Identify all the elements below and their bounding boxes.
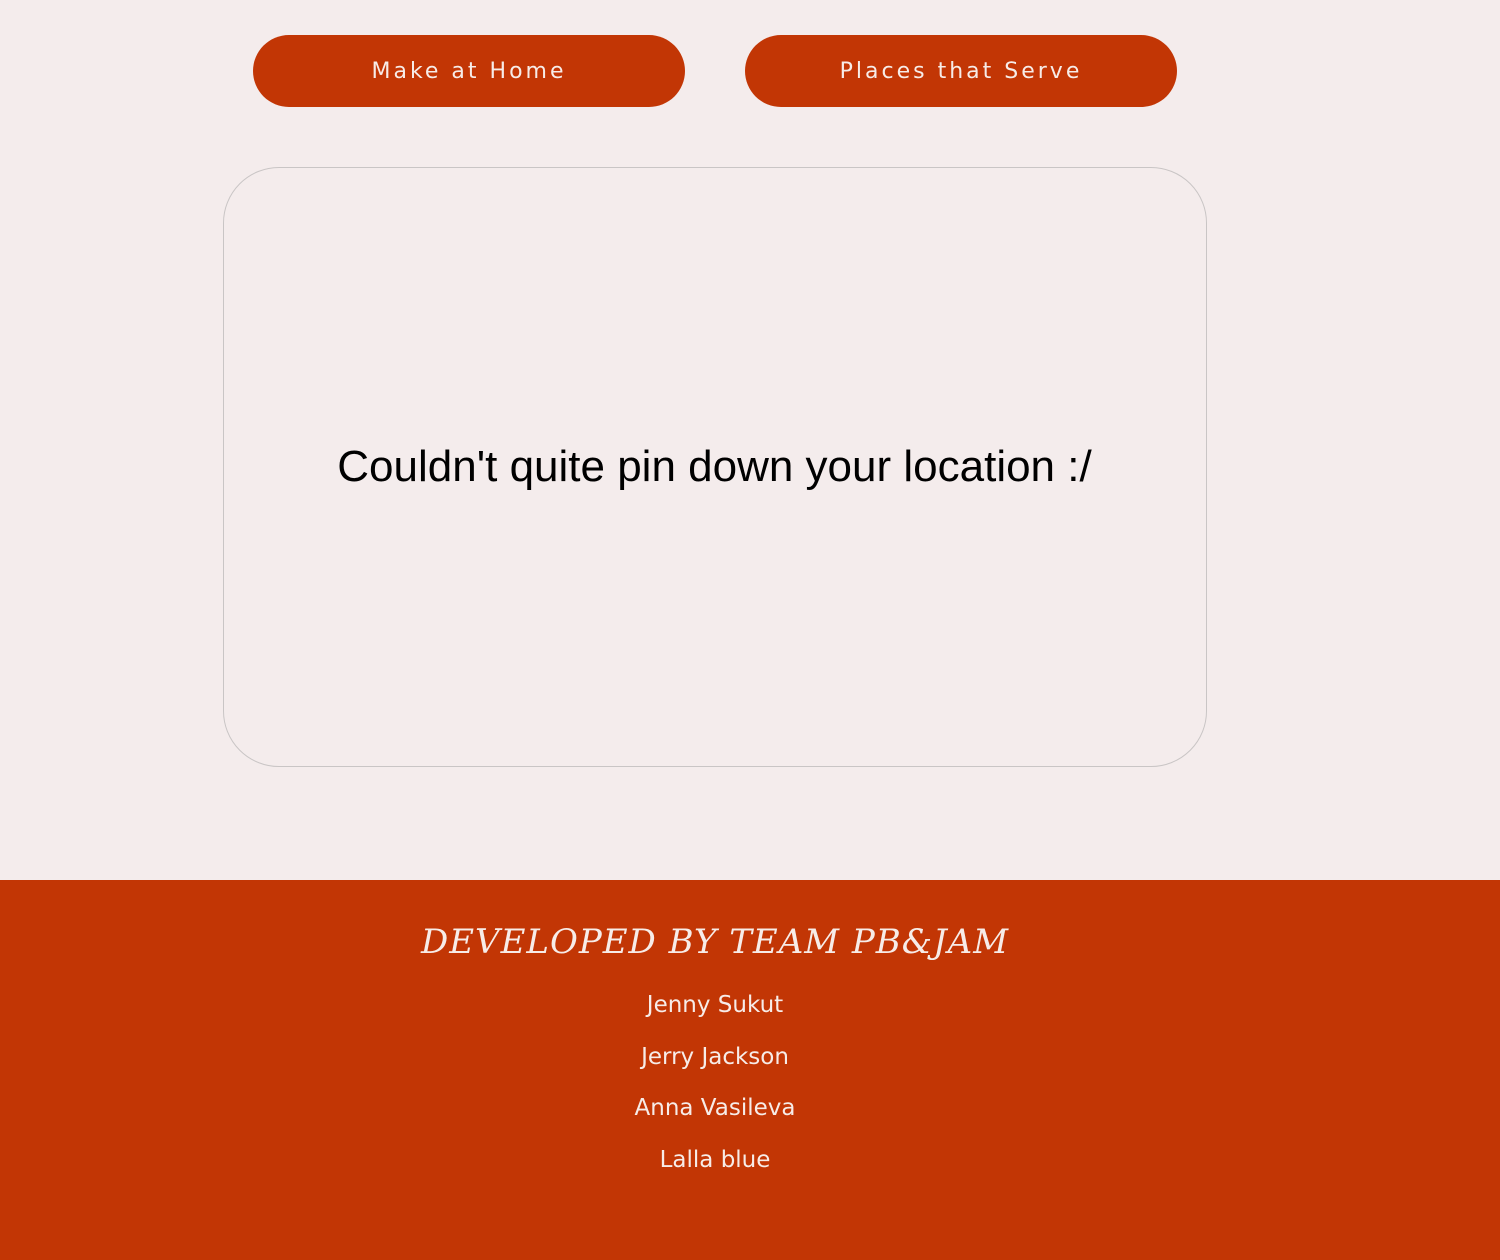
places-that-serve-button[interactable]: Places that Serve [745, 35, 1177, 107]
map-container: Couldn't quite pin down your location :/ [223, 167, 1207, 767]
team-member: Jenny Sukut [646, 992, 784, 1018]
footer-title: DEVELOPED BY TEAM PB&JAM [420, 922, 1010, 962]
team-member-list: Jenny Sukut Jerry Jackson Anna Vasileva … [0, 988, 1430, 1195]
team-member: Lalla blue [659, 1147, 771, 1174]
make-at-home-button[interactable]: Make at Home [253, 35, 685, 107]
team-member: Jerry Jackson [641, 1043, 789, 1070]
location-error-message: Couldn't quite pin down your location :/ [337, 441, 1092, 491]
team-member: Anna Vasileva [634, 1095, 796, 1122]
footer: DEVELOPED BY TEAM PB&JAM Jenny Sukut Jer… [0, 880, 1500, 1260]
